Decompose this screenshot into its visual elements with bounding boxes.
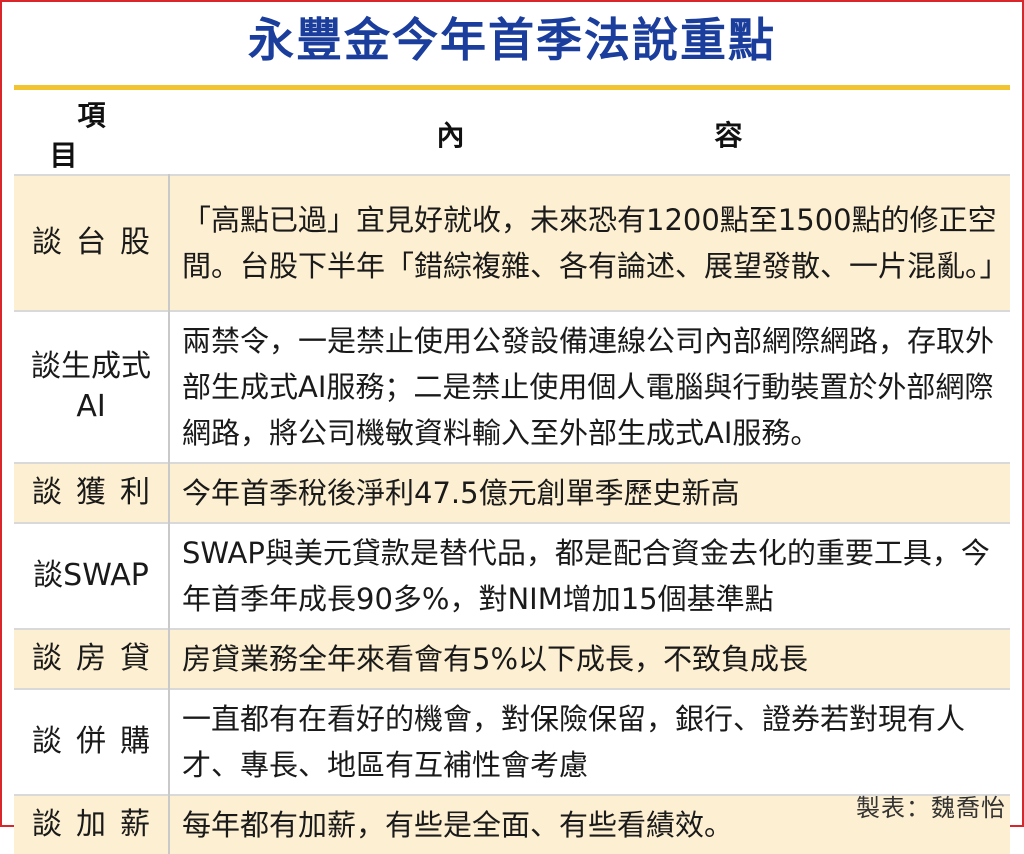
row-item-label: 談台股 bbox=[14, 174, 170, 311]
table-row: 談併購 一直都有在看好的機會，對保險保留，銀行、證券若對現有人才、專長、地區有互… bbox=[14, 688, 1010, 795]
row-item-label: 談獲利 bbox=[14, 462, 170, 523]
table-header-row: 項目 內容 bbox=[14, 94, 1010, 175]
row-item-label-line2: AI bbox=[76, 389, 106, 424]
source-credit: 製表：魏喬怡 bbox=[856, 794, 1006, 822]
header-content: 內容 bbox=[436, 119, 993, 152]
row-content: 房貸業務全年來看會有5%以下成長，不致負成長 bbox=[169, 628, 1010, 689]
row-item-label: 談房貸 bbox=[14, 628, 170, 689]
row-item-label: 談生成式 AI bbox=[14, 310, 170, 463]
row-item-label: 談併購 bbox=[14, 688, 170, 795]
row-item-label: 談加薪 bbox=[14, 794, 170, 854]
row-content: 「高點已過」宜見好就收，未來恐有1200點至1500點的修正空間。台股下半年「錯… bbox=[169, 174, 1010, 311]
row-content: 今年首季稅後淨利47.5億元創單季歷史新高 bbox=[169, 462, 1010, 523]
table-row: 談SWAP SWAP與美元貸款是替代品，都是配合資金去化的重要工具，今年首季年成… bbox=[14, 522, 1010, 629]
row-item-label-line1: 談生成式 bbox=[31, 349, 151, 384]
table-row: 談台股 「高點已過」宜見好就收，未來恐有1200點至1500點的修正空間。台股下… bbox=[14, 174, 1010, 311]
page-title: 永豐金今年首季法說重點 bbox=[248, 13, 776, 67]
table-row: 談獲利 今年首季稅後淨利47.5億元創單季歷史新高 bbox=[14, 462, 1010, 523]
table-row: 談房貸 房貸業務全年來看會有5%以下成長，不致負成長 bbox=[14, 628, 1010, 689]
row-item-label: 談SWAP bbox=[14, 522, 170, 629]
header-item: 項目 bbox=[49, 99, 162, 172]
table-row: 談生成式 AI 兩禁令，一是禁止使用公發設備連線公司內部網際網路，存取外部生成式… bbox=[14, 310, 1010, 463]
title-divider bbox=[14, 85, 1010, 90]
row-content: 一直都有在看好的機會，對保險保留，銀行、證券若對現有人才、專長、地區有互補性會考… bbox=[169, 688, 1010, 795]
row-content: SWAP與美元貸款是替代品，都是配合資金去化的重要工具，今年首季年成長90多%，… bbox=[169, 522, 1010, 629]
key-points-table: 項目 內容 談台股 「高點已過」宜見好就收，未來恐有1200點至1500點的修正… bbox=[14, 94, 1010, 854]
row-content: 兩禁令，一是禁止使用公發設備連線公司內部網際網路，存取外部生成式AI服務；二是禁… bbox=[169, 310, 1010, 463]
